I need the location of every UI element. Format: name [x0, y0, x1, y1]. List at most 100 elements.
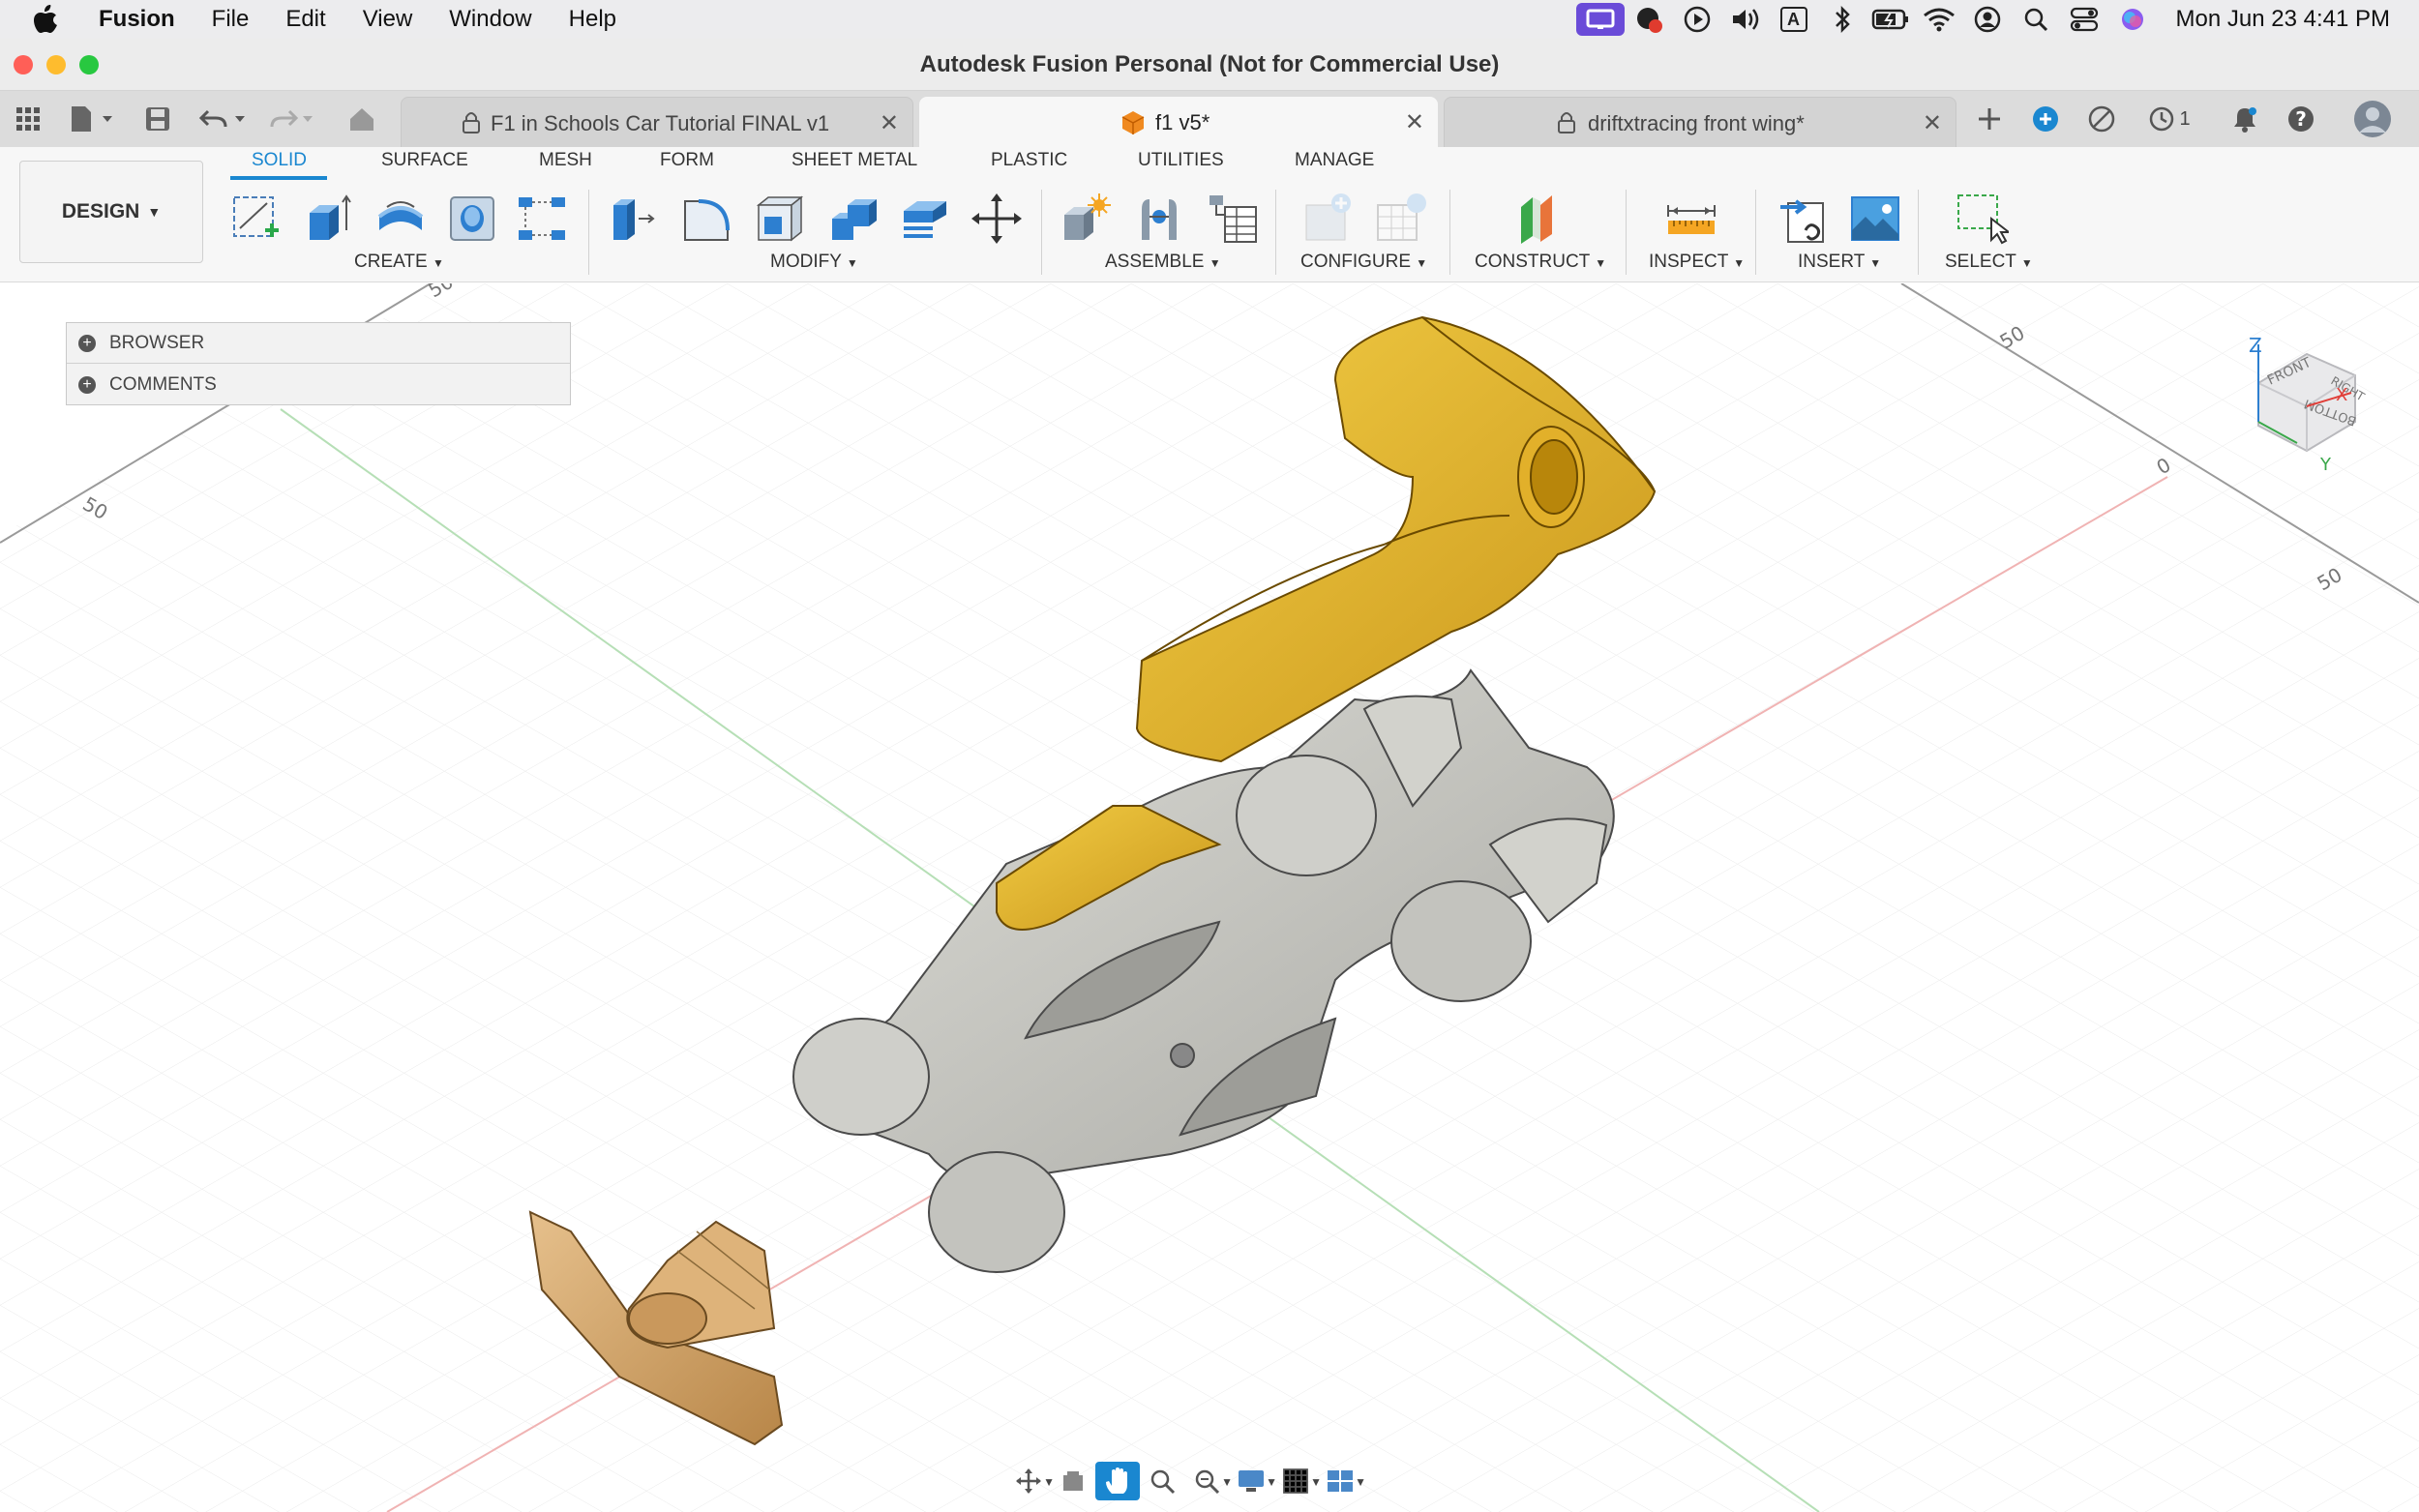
- configuration-table-icon[interactable]: [1372, 190, 1430, 248]
- select-window-icon[interactable]: [1953, 190, 2011, 248]
- menu-view[interactable]: View: [363, 6, 413, 33]
- group-divider: [588, 190, 589, 275]
- measure-icon[interactable]: [1662, 190, 1720, 248]
- press-pull-icon[interactable]: [604, 190, 662, 248]
- spotlight-search-icon[interactable]: [2012, 0, 2060, 39]
- create-dropdown[interactable]: CREATE ▼: [354, 252, 444, 273]
- undo-icon[interactable]: [197, 103, 250, 135]
- apple-menu-icon[interactable]: [29, 0, 62, 39]
- select-dropdown[interactable]: SELECT ▼: [1945, 252, 2033, 273]
- comments-row[interactable]: + COMMENTS: [67, 365, 570, 405]
- app-menu[interactable]: Fusion: [99, 6, 175, 33]
- expand-plus-icon[interactable]: +: [78, 334, 96, 352]
- combine-icon[interactable]: [824, 190, 882, 248]
- job-status-icon[interactable]: 1: [2140, 103, 2198, 135]
- new-component-icon[interactable]: [1057, 190, 1115, 248]
- menu-window[interactable]: Window: [449, 6, 531, 33]
- fillet-icon[interactable]: [677, 190, 735, 248]
- bill-of-materials-icon[interactable]: [1204, 190, 1262, 248]
- play-icon[interactable]: [1673, 0, 1721, 39]
- user-account-icon[interactable]: [1963, 0, 2012, 39]
- menu-edit[interactable]: Edit: [285, 6, 325, 33]
- move-copy-icon[interactable]: [968, 190, 1026, 248]
- menubar-clock[interactable]: Mon Jun 23 4:41 PM: [2176, 6, 2390, 33]
- tab-f1-v5[interactable]: f1 v5* ✕: [919, 97, 1438, 147]
- tab-form[interactable]: FORM: [660, 150, 714, 171]
- close-tab-icon[interactable]: ✕: [1405, 108, 1424, 136]
- display-settings-icon[interactable]: ▼: [1229, 1462, 1277, 1500]
- insert-dropdown[interactable]: INSERT ▼: [1798, 252, 1881, 273]
- menu-file[interactable]: File: [212, 6, 250, 33]
- insert-derive-icon[interactable]: [1777, 190, 1835, 248]
- new-tab-plus-icon[interactable]: [1972, 103, 2007, 135]
- screen-share-icon[interactable]: [1575, 0, 1625, 39]
- job-count: 1: [2179, 107, 2191, 130]
- input-source-icon[interactable]: A: [1770, 0, 1818, 39]
- data-panel-grid-icon[interactable]: [12, 103, 45, 135]
- close-tab-icon[interactable]: ✕: [1923, 109, 1942, 137]
- tab-surface[interactable]: SURFACE: [381, 150, 468, 171]
- orbit-icon[interactable]: ▼: [1006, 1462, 1055, 1500]
- shell-icon[interactable]: [751, 190, 809, 248]
- pan-hand-icon[interactable]: [1095, 1462, 1140, 1500]
- hole-icon[interactable]: [443, 190, 501, 248]
- siri-icon[interactable]: [2108, 0, 2157, 39]
- control-center-icon[interactable]: [2060, 0, 2108, 39]
- file-menu-icon[interactable]: [64, 103, 120, 135]
- view-cube[interactable]: FRONT RIGHT BOTTOM Z X Y: [2235, 325, 2380, 480]
- bluetooth-icon[interactable]: [1818, 0, 1867, 39]
- pattern-icon[interactable]: [513, 190, 571, 248]
- model-scene[interactable]: 50 50 50 0 50: [0, 283, 2419, 1512]
- inspect-dropdown[interactable]: INSPECT ▼: [1649, 252, 1745, 273]
- workspace-switcher[interactable]: DESIGN ▼: [19, 161, 203, 263]
- offline-status-icon[interactable]: [2084, 103, 2119, 135]
- extrude-icon[interactable]: [300, 190, 358, 248]
- browser-row[interactable]: + BROWSER: [67, 323, 570, 364]
- configure-dropdown[interactable]: CONFIGURE ▼: [1300, 252, 1427, 273]
- axis-x-label: X: [2336, 385, 2347, 405]
- inspect-group-label: INSPECT: [1649, 252, 1729, 272]
- create-sketch-icon[interactable]: [226, 190, 284, 248]
- menu-help[interactable]: Help: [569, 6, 616, 33]
- tab-mesh[interactable]: MESH: [539, 150, 592, 171]
- fit-zoom-icon[interactable]: ▼: [1184, 1462, 1233, 1500]
- profile-avatar[interactable]: [2351, 101, 2394, 137]
- insert-canvas-icon[interactable]: [1846, 190, 1904, 248]
- save-icon[interactable]: [141, 103, 174, 135]
- redo-icon[interactable]: [265, 103, 317, 135]
- expand-plus-icon[interactable]: +: [78, 376, 96, 394]
- tab-sheet-metal[interactable]: SHEET METAL: [791, 150, 917, 171]
- select-group-label: SELECT: [1945, 252, 2016, 272]
- battery-icon[interactable]: [1867, 0, 1915, 39]
- offset-face-icon[interactable]: [896, 190, 954, 248]
- tab-plastic[interactable]: PLASTIC: [991, 150, 1067, 171]
- notifications-bell-icon[interactable]: [2227, 103, 2262, 135]
- chat-notification-icon[interactable]: [1625, 0, 1673, 39]
- tab-driftxtracing-front-wing[interactable]: driftxtracing front wing* ✕: [1444, 97, 1956, 147]
- group-divider: [1918, 190, 1919, 275]
- tab-solid[interactable]: SOLID: [252, 150, 307, 171]
- volume-icon[interactable]: [1721, 0, 1770, 39]
- viewports-icon[interactable]: ▼: [1318, 1462, 1366, 1500]
- canvas-viewport[interactable]: 50 50 50 0 50 FRONT RIGHT BOTTOM Z X Y: [0, 283, 2419, 1512]
- joint-icon[interactable]: [1130, 190, 1188, 248]
- help-icon[interactable]: ?: [2284, 103, 2318, 135]
- zoom-icon[interactable]: [1140, 1462, 1184, 1500]
- extensions-icon[interactable]: [2028, 103, 2063, 135]
- tab-utilities[interactable]: UTILITIES: [1138, 150, 1224, 171]
- group-divider: [1626, 190, 1627, 275]
- construct-dropdown[interactable]: CONSTRUCT ▼: [1475, 252, 1606, 273]
- grid-settings-icon[interactable]: ▼: [1273, 1462, 1322, 1500]
- revolve-icon[interactable]: [372, 190, 430, 248]
- wifi-icon[interactable]: [1915, 0, 1963, 39]
- look-at-icon[interactable]: [1051, 1462, 1095, 1500]
- close-tab-icon[interactable]: ✕: [880, 109, 899, 137]
- offset-plane-icon[interactable]: [1509, 190, 1568, 248]
- tab-f1-in-schools-car-tutorial[interactable]: F1 in Schools Car Tutorial FINAL v1 ✕: [401, 97, 913, 147]
- group-divider: [1041, 190, 1042, 275]
- modify-dropdown[interactable]: MODIFY ▼: [770, 252, 858, 273]
- assemble-dropdown[interactable]: ASSEMBLE ▼: [1105, 252, 1221, 273]
- home-icon[interactable]: [343, 103, 381, 135]
- tab-manage[interactable]: MANAGE: [1295, 150, 1374, 171]
- configure-design-icon[interactable]: [1300, 190, 1359, 248]
